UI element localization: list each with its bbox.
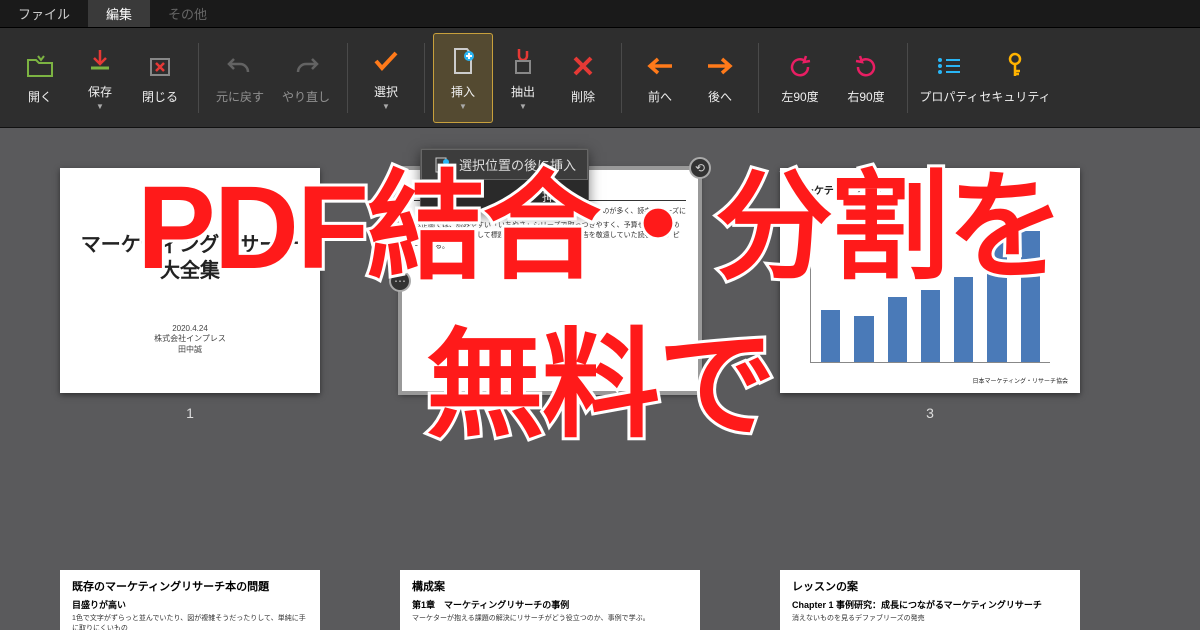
extract-icon [507,45,539,77]
save-icon [84,45,116,77]
menu-edit[interactable]: 編集 [88,0,150,27]
redo-label: やり直し [282,88,330,105]
page5-heading: 構成案 [412,578,688,594]
delete-icon [567,50,599,82]
open-label: 開く [28,88,52,105]
insert-label: 挿入 [451,83,475,100]
security-label: セキュリティ [979,88,1050,105]
select-label: 選択 [374,83,398,100]
menu-file[interactable]: ファイル [0,0,88,27]
page-thumbnail-6[interactable]: レッスンの案 Chapter 1 事例研究：成長につながるマーケティングリサーチ… [780,570,1080,630]
page5-subheading: 第1章 マーケティングリサーチの事例 [412,598,688,611]
menu-other[interactable]: その他 [150,0,225,27]
redo-icon [290,50,322,82]
check-icon [370,45,402,77]
insert-button[interactable]: 挿入 ▼ [433,33,493,123]
page5-text: マーケターが抱える課題の解決にリサーチがどう役立つのか、事例で学ぶ。 [412,613,688,623]
open-button[interactable]: 開く [10,33,70,123]
properties-button[interactable]: プロパティ [916,33,982,123]
thumbnail-row-2: 既存のマーケティングリサーチ本の問題 目盛りが高い 1色で文字がずらっと並んでい… [0,570,1200,630]
chevron-down-icon: ▼ [459,102,467,111]
rotate-left-label: 左90度 [781,88,818,105]
delete-label: 削除 [571,88,595,105]
extract-label: 抽出 [511,83,535,100]
close-label: 閉じる [142,88,178,105]
save-label: 保存 [88,83,112,100]
rotate-left-icon [784,50,816,82]
extract-button[interactable]: 抽出 ▼ [493,33,553,123]
select-button[interactable]: 選択 ▼ [356,33,416,123]
menubar: ファイル 編集 その他 [0,0,1200,28]
chevron-down-icon: ▼ [519,102,527,111]
undo-label: 元に戻す [216,88,264,105]
open-folder-icon [24,50,56,82]
prev-button[interactable]: 前へ [630,33,690,123]
page4-subheading: 目盛りが高い [72,598,308,611]
headline-line2: 無料で [0,313,1200,461]
prev-label: 前へ [648,88,672,105]
list-icon [933,50,965,82]
page6-heading: レッスンの案 [792,578,1068,594]
redo-button[interactable]: やり直し [273,33,339,123]
rotate-left-button[interactable]: 左90度 [767,33,833,123]
insert-page-icon [447,45,479,77]
key-icon [999,50,1031,82]
chevron-down-icon: ▼ [96,102,104,111]
undo-icon [224,50,256,82]
page-thumbnail-4[interactable]: 既存のマーケティングリサーチ本の問題 目盛りが高い 1色で文字がずらっと並んでい… [60,570,320,630]
delete-button[interactable]: 削除 [553,33,613,123]
security-button[interactable]: セキュリティ [982,33,1048,123]
close-button[interactable]: 閉じる [130,33,190,123]
arrow-left-icon [644,50,676,82]
close-icon [144,50,176,82]
page6-subheading: Chapter 1 事例研究：成長につながるマーケティングリサーチ [792,598,1068,611]
headline-line1: PDF結合・分割を [137,162,1063,294]
page6-text: 消えないものを見るデファブリーズの発売 [792,613,1068,623]
next-label: 後へ [708,88,732,105]
arrow-right-icon [704,50,736,82]
ribbon-toolbar: 開く 保存 ▼ 閉じる 元に戻す やり直し [0,28,1200,128]
page4-text: 1色で文字がずらっと並んでいたり、図が複雑そうだったりして、単純に手に取りにくい… [72,613,308,630]
page-thumbnail-5[interactable]: 構成案 第1章 マーケティングリサーチの事例 マーケターが抱える課題の解決にリサ… [400,570,700,630]
page4-heading: 既存のマーケティングリサーチ本の問題 [72,578,308,594]
rotate-right-button[interactable]: 右90度 [833,33,899,123]
properties-label: プロパティ [919,88,978,105]
rotate-right-label: 右90度 [847,88,884,105]
rotate-right-icon [850,50,882,82]
next-button[interactable]: 後へ [690,33,750,123]
headline-overlay: PDF結合・分割を 無料で [0,155,1200,460]
save-button[interactable]: 保存 ▼ [70,33,130,123]
chevron-down-icon: ▼ [382,102,390,111]
undo-button[interactable]: 元に戻す [207,33,273,123]
